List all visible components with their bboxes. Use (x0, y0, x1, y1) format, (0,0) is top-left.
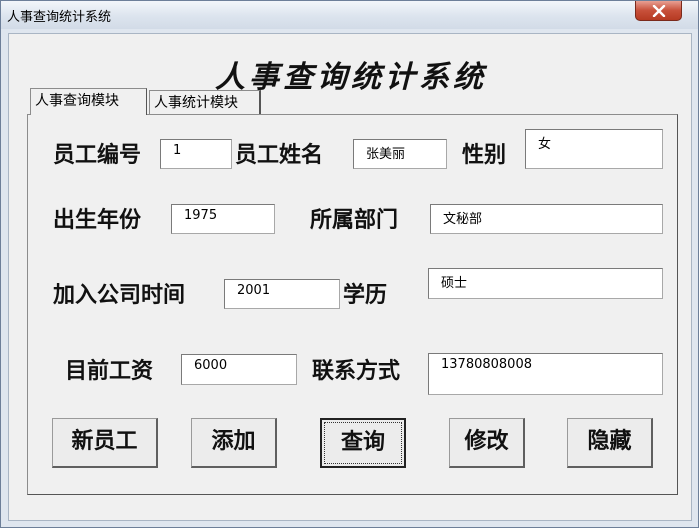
close-icon (652, 5, 666, 17)
new-employee-button[interactable]: 新员工 (52, 418, 158, 468)
close-button[interactable] (635, 1, 682, 21)
query-button[interactable]: 查询 (320, 418, 406, 468)
app-window: 人事查询统计系统 人事查询统计系统 人事查询模块 人事统计模块 员工编号 1 员… (0, 0, 699, 528)
department-label: 所属部门 (310, 208, 399, 233)
query-tab-panel: 员工编号 1 员工姓名 张美丽 性别 女 出生年份 1975 所属部门 文秘部 … (27, 114, 678, 495)
employee-name-field[interactable]: 张美丽 (353, 139, 447, 169)
contact-label: 联系方式 (312, 359, 401, 384)
birth-year-label: 出生年份 (53, 208, 142, 233)
employee-name-label: 员工姓名 (235, 143, 324, 168)
department-field[interactable]: 文秘部 (430, 204, 663, 234)
education-label: 学历 (343, 283, 388, 308)
join-time-label: 加入公司时间 (53, 283, 186, 308)
birth-year-field[interactable]: 1975 (171, 204, 275, 234)
window-title: 人事查询统计系统 (7, 10, 112, 25)
title-bar[interactable]: 人事查询统计系统 (1, 1, 698, 29)
contact-field[interactable]: 13780808008 (428, 353, 663, 395)
client-area: 人事查询统计系统 人事查询模块 人事统计模块 员工编号 1 员工姓名 张美丽 性… (8, 33, 692, 521)
tab-personnel-query[interactable]: 人事查询模块 (30, 88, 147, 115)
gender-label: 性别 (462, 143, 507, 168)
employee-id-field[interactable]: 1 (160, 139, 232, 169)
education-field[interactable]: 硕士 (428, 268, 663, 299)
employee-id-label: 员工编号 (53, 143, 142, 168)
salary-label: 目前工资 (65, 359, 154, 384)
hide-button[interactable]: 隐藏 (567, 418, 653, 468)
add-button[interactable]: 添加 (191, 418, 277, 468)
tab-personnel-statistics[interactable]: 人事统计模块 (149, 90, 261, 114)
join-time-field[interactable]: 2001 (224, 279, 340, 309)
modify-button[interactable]: 修改 (449, 418, 525, 468)
salary-field[interactable]: 6000 (181, 354, 297, 385)
gender-field[interactable]: 女 (525, 129, 663, 169)
